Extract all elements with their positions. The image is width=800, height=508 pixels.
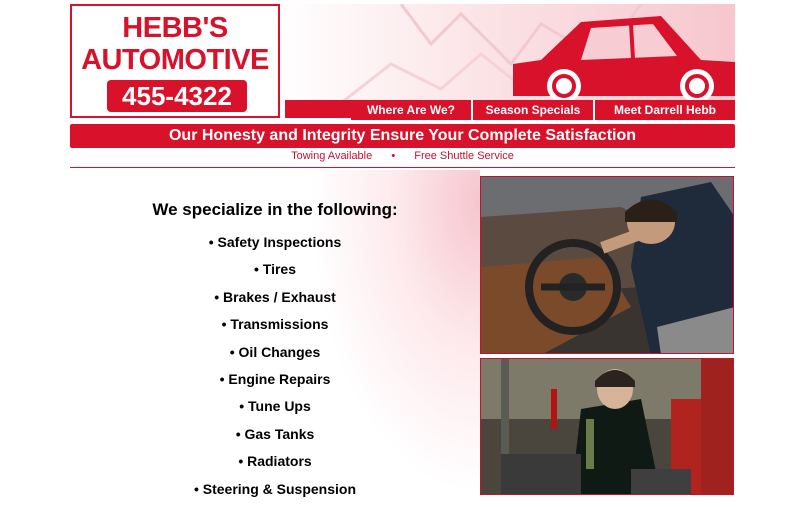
- services-bar: Towing Available • Free Shuttle Service: [70, 150, 735, 162]
- services-list: • Safety Inspections • Tires • Brakes / …: [120, 234, 430, 508]
- list-item: • Brakes / Exhaust: [214, 288, 336, 305]
- logo-title-line1: HEBB'S: [122, 12, 228, 44]
- nav-where-are-we[interactable]: Where Are We?: [351, 100, 471, 120]
- list-item: • Transmissions: [221, 316, 329, 333]
- list-item: • Radiators: [238, 453, 312, 470]
- list-item: • Tune Ups: [239, 398, 311, 415]
- logo[interactable]: HEBB'S AUTOMOTIVE 455-4322: [70, 4, 280, 118]
- shuttle-text: Free Shuttle Service: [414, 150, 514, 162]
- nav-meet-darrell-hebb[interactable]: Meet Darrell Hebb: [595, 100, 735, 120]
- towing-text: Towing Available: [291, 150, 373, 162]
- nav-season-specials[interactable]: Season Specials: [473, 100, 593, 120]
- list-item: • Tires: [254, 261, 296, 278]
- header-car-graphic: [281, 4, 735, 103]
- car-silhouette-icon: [340, 4, 735, 103]
- photo-mechanic-at-work: [480, 358, 734, 495]
- list-item: • Steering & Suspension: [193, 480, 357, 497]
- logo-title-line2: AUTOMOTIVE: [81, 44, 269, 76]
- list-item: • Engine Repairs: [219, 370, 331, 387]
- list-item: • Gas Tanks: [235, 425, 315, 442]
- divider-line: [70, 167, 735, 168]
- list-item: • Oil Changes: [229, 343, 321, 360]
- specialize-heading: We specialize in the following:: [152, 200, 398, 219]
- photo-dashboard-repair: [480, 176, 734, 354]
- logo-phone-number: 455-4322: [107, 80, 247, 112]
- list-item: • Safety Inspections: [208, 234, 342, 250]
- bullet-separator: •: [391, 150, 396, 162]
- tagline-banner: Our Honesty and Integrity Ensure Your Co…: [70, 124, 735, 148]
- site-header: HEBB'S AUTOMOTIVE 455-4322 Where Are We?…: [70, 4, 735, 120]
